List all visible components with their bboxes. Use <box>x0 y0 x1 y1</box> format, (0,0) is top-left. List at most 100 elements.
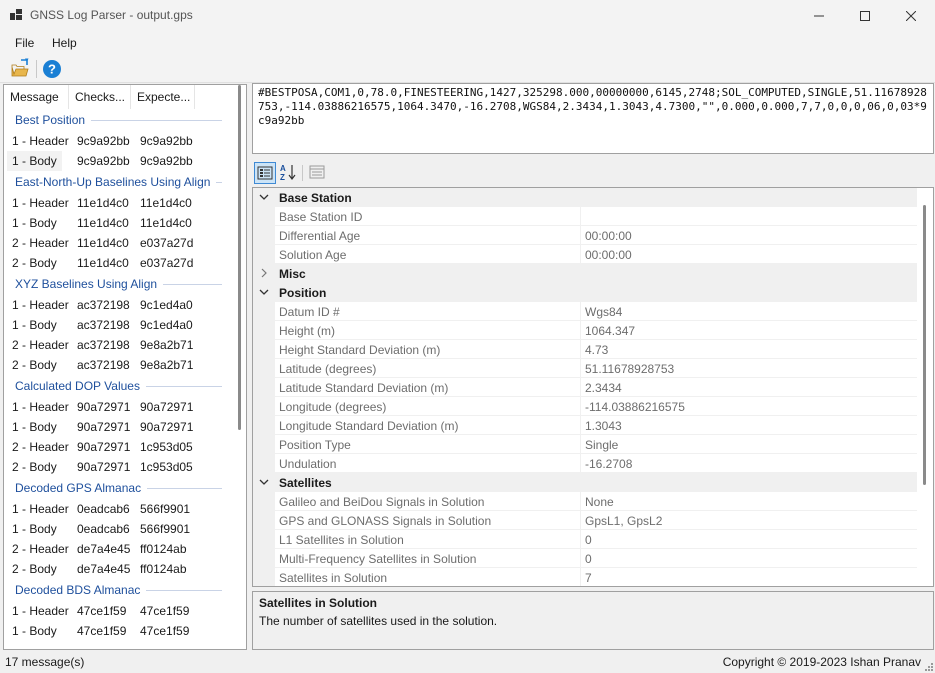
property-value[interactable]: Single <box>585 438 618 452</box>
property-row[interactable]: GPS and GLONASS Signals in Solution GpsL1… <box>253 511 917 530</box>
minimize-button[interactable] <box>796 0 842 31</box>
property-row[interactable]: Galileo and BeiDou Signals in Solution No… <box>253 492 917 511</box>
list-item[interactable]: 1 - Body 9c9a92bb 9c9a92bb <box>4 151 236 171</box>
property-row[interactable]: L1 Satellites in Solution 0 <box>253 530 917 549</box>
column-checksum[interactable]: Checks... <box>69 85 131 109</box>
property-value[interactable]: 4.73 <box>585 343 608 357</box>
group-header[interactable]: East-North-Up Baselines Using Align <box>4 171 236 193</box>
menu-file[interactable]: File <box>15 36 34 50</box>
alphabetical-button[interactable]: A Z <box>278 162 300 184</box>
row-gutter <box>253 226 275 245</box>
property-row[interactable]: Multi-Frequency Satellites in Solution 0 <box>253 549 917 568</box>
property-value[interactable]: GpsL1, GpsL2 <box>585 514 662 528</box>
property-row[interactable]: Longitude (degrees) -114.03886216575 <box>253 397 917 416</box>
list-item[interactable]: 2 - Body 90a72971 1c953d05 <box>4 457 236 477</box>
property-row[interactable]: Longitude Standard Deviation (m) 1.3043 <box>253 416 917 435</box>
list-item[interactable]: 2 - Header 11e1d4c0 e037a27d <box>4 233 236 253</box>
property-category[interactable]: Position <box>253 283 917 302</box>
property-grid-scrollbar[interactable] <box>919 188 931 586</box>
maximize-button[interactable] <box>842 0 888 31</box>
property-value[interactable]: 1.3043 <box>585 419 622 433</box>
menu-help[interactable]: Help <box>52 36 77 50</box>
property-row[interactable]: Differential Age 00:00:00 <box>253 226 917 245</box>
help-description: The number of satellites used in the sol… <box>259 614 498 628</box>
property-category[interactable]: Satellites <box>253 473 917 492</box>
property-value[interactable]: 1064.347 <box>585 324 635 338</box>
property-value[interactable]: None <box>585 495 614 509</box>
categorized-button[interactable] <box>254 162 276 184</box>
property-value[interactable]: 0 <box>585 533 592 547</box>
resize-grip-icon[interactable] <box>923 661 933 671</box>
message-list[interactable]: Message Checks... Expecte... Best Positi… <box>3 84 247 650</box>
property-value[interactable]: 2.3434 <box>585 381 622 395</box>
list-item[interactable]: 2 - Header 90a72971 1c953d05 <box>4 437 236 457</box>
list-item[interactable]: 1 - Header 9c9a92bb 9c9a92bb <box>4 131 236 151</box>
property-row[interactable]: Latitude (degrees) 51.11678928753 <box>253 359 917 378</box>
group-divider <box>146 590 222 591</box>
group-header[interactable]: Decoded BDS Almanac <box>4 579 236 601</box>
raw-message-text[interactable]: #BESTPOSA,COM1,0,78.0,FINESTEERING,1427,… <box>252 83 934 154</box>
list-item[interactable]: 1 - Body 11e1d4c0 11e1d4c0 <box>4 213 236 233</box>
property-row[interactable]: Solution Age 00:00:00 <box>253 245 917 264</box>
property-row[interactable]: Base Station ID <box>253 207 917 226</box>
chevron-down-icon[interactable] <box>259 475 271 492</box>
row-gutter <box>253 511 275 530</box>
group-header[interactable]: Decoded GPS Almanac <box>4 477 236 499</box>
cell-msg: 2 - Body <box>12 256 57 270</box>
property-row[interactable]: Height (m) 1064.347 <box>253 321 917 340</box>
list-item[interactable]: 1 - Body 90a72971 90a72971 <box>4 417 236 437</box>
property-row[interactable]: Position Type Single <box>253 435 917 454</box>
property-category[interactable]: Misc <box>253 264 917 283</box>
property-row[interactable]: Undulation -16.2708 <box>253 454 917 473</box>
list-item[interactable]: 2 - Header de7a4e45 ff0124ab <box>4 539 236 559</box>
property-value[interactable]: 7 <box>585 571 592 585</box>
open-button[interactable] <box>9 58 31 80</box>
list-item[interactable]: 1 - Body 47ce1f59 47ce1f59 <box>4 621 236 641</box>
property-name: Datum ID # <box>279 305 340 319</box>
close-button[interactable] <box>888 0 934 31</box>
property-name: Multi-Frequency Satellites in Solution <box>279 552 477 566</box>
property-value[interactable]: -16.2708 <box>585 457 632 471</box>
chevron-right-icon[interactable] <box>259 266 271 283</box>
property-row[interactable]: Satellites in Solution 7 <box>253 568 917 586</box>
property-category[interactable]: Base Station <box>253 188 917 207</box>
property-value[interactable]: Wgs84 <box>585 305 622 319</box>
toolbar-separator <box>36 60 37 78</box>
column-expected[interactable]: Expecte... <box>131 85 195 109</box>
property-row[interactable]: Latitude Standard Deviation (m) 2.3434 <box>253 378 917 397</box>
list-item[interactable]: 1 - Body ac372198 9c1ed4a0 <box>4 315 236 335</box>
property-row[interactable]: Height Standard Deviation (m) 4.73 <box>253 340 917 359</box>
category-label: Satellites <box>279 476 332 490</box>
list-item[interactable]: 1 - Header 0eadcab6 566f9901 <box>4 499 236 519</box>
message-list-scrollbar[interactable] <box>236 85 244 649</box>
list-item[interactable]: 2 - Body de7a4e45 ff0124ab <box>4 559 236 579</box>
list-item[interactable]: 1 - Header 90a72971 90a72971 <box>4 397 236 417</box>
group-header[interactable]: XYZ Baselines Using Align <box>4 273 236 295</box>
list-item[interactable]: 1 - Body 0eadcab6 566f9901 <box>4 519 236 539</box>
group-header[interactable]: Best Position <box>4 109 236 131</box>
list-item[interactable]: 1 - Header 11e1d4c0 11e1d4c0 <box>4 193 236 213</box>
property-grid[interactable]: Base Station Base Station ID Differential … <box>252 187 934 587</box>
help-button[interactable]: ? <box>41 58 63 80</box>
property-value[interactable]: 00:00:00 <box>585 229 632 243</box>
property-row[interactable]: Datum ID # Wgs84 <box>253 302 917 321</box>
column-message[interactable]: Message <box>4 85 69 109</box>
property-pages-button[interactable] <box>307 162 329 184</box>
list-item[interactable]: 2 - Body 11e1d4c0 e037a27d <box>4 253 236 273</box>
property-value[interactable]: 0 <box>585 552 592 566</box>
cell-msg: 1 - Body <box>12 154 57 168</box>
chevron-down-icon[interactable] <box>259 285 271 302</box>
property-value[interactable]: -114.03886216575 <box>585 400 685 414</box>
svg-text:A: A <box>280 164 286 173</box>
chevron-down-icon[interactable] <box>259 190 271 207</box>
scrollbar-thumb[interactable] <box>923 205 926 485</box>
group-header[interactable]: Calculated DOP Values <box>4 375 236 397</box>
list-item[interactable]: 2 - Header ac372198 9e8a2b71 <box>4 335 236 355</box>
scrollbar-thumb[interactable] <box>238 85 241 430</box>
list-item[interactable]: 2 - Body ac372198 9e8a2b71 <box>4 355 236 375</box>
property-value[interactable]: 51.11678928753 <box>585 362 674 376</box>
cell-check: 0eadcab6 <box>77 502 130 516</box>
list-item[interactable]: 1 - Header 47ce1f59 47ce1f59 <box>4 601 236 621</box>
property-value[interactable]: 00:00:00 <box>585 248 632 262</box>
list-item[interactable]: 1 - Header ac372198 9c1ed4a0 <box>4 295 236 315</box>
